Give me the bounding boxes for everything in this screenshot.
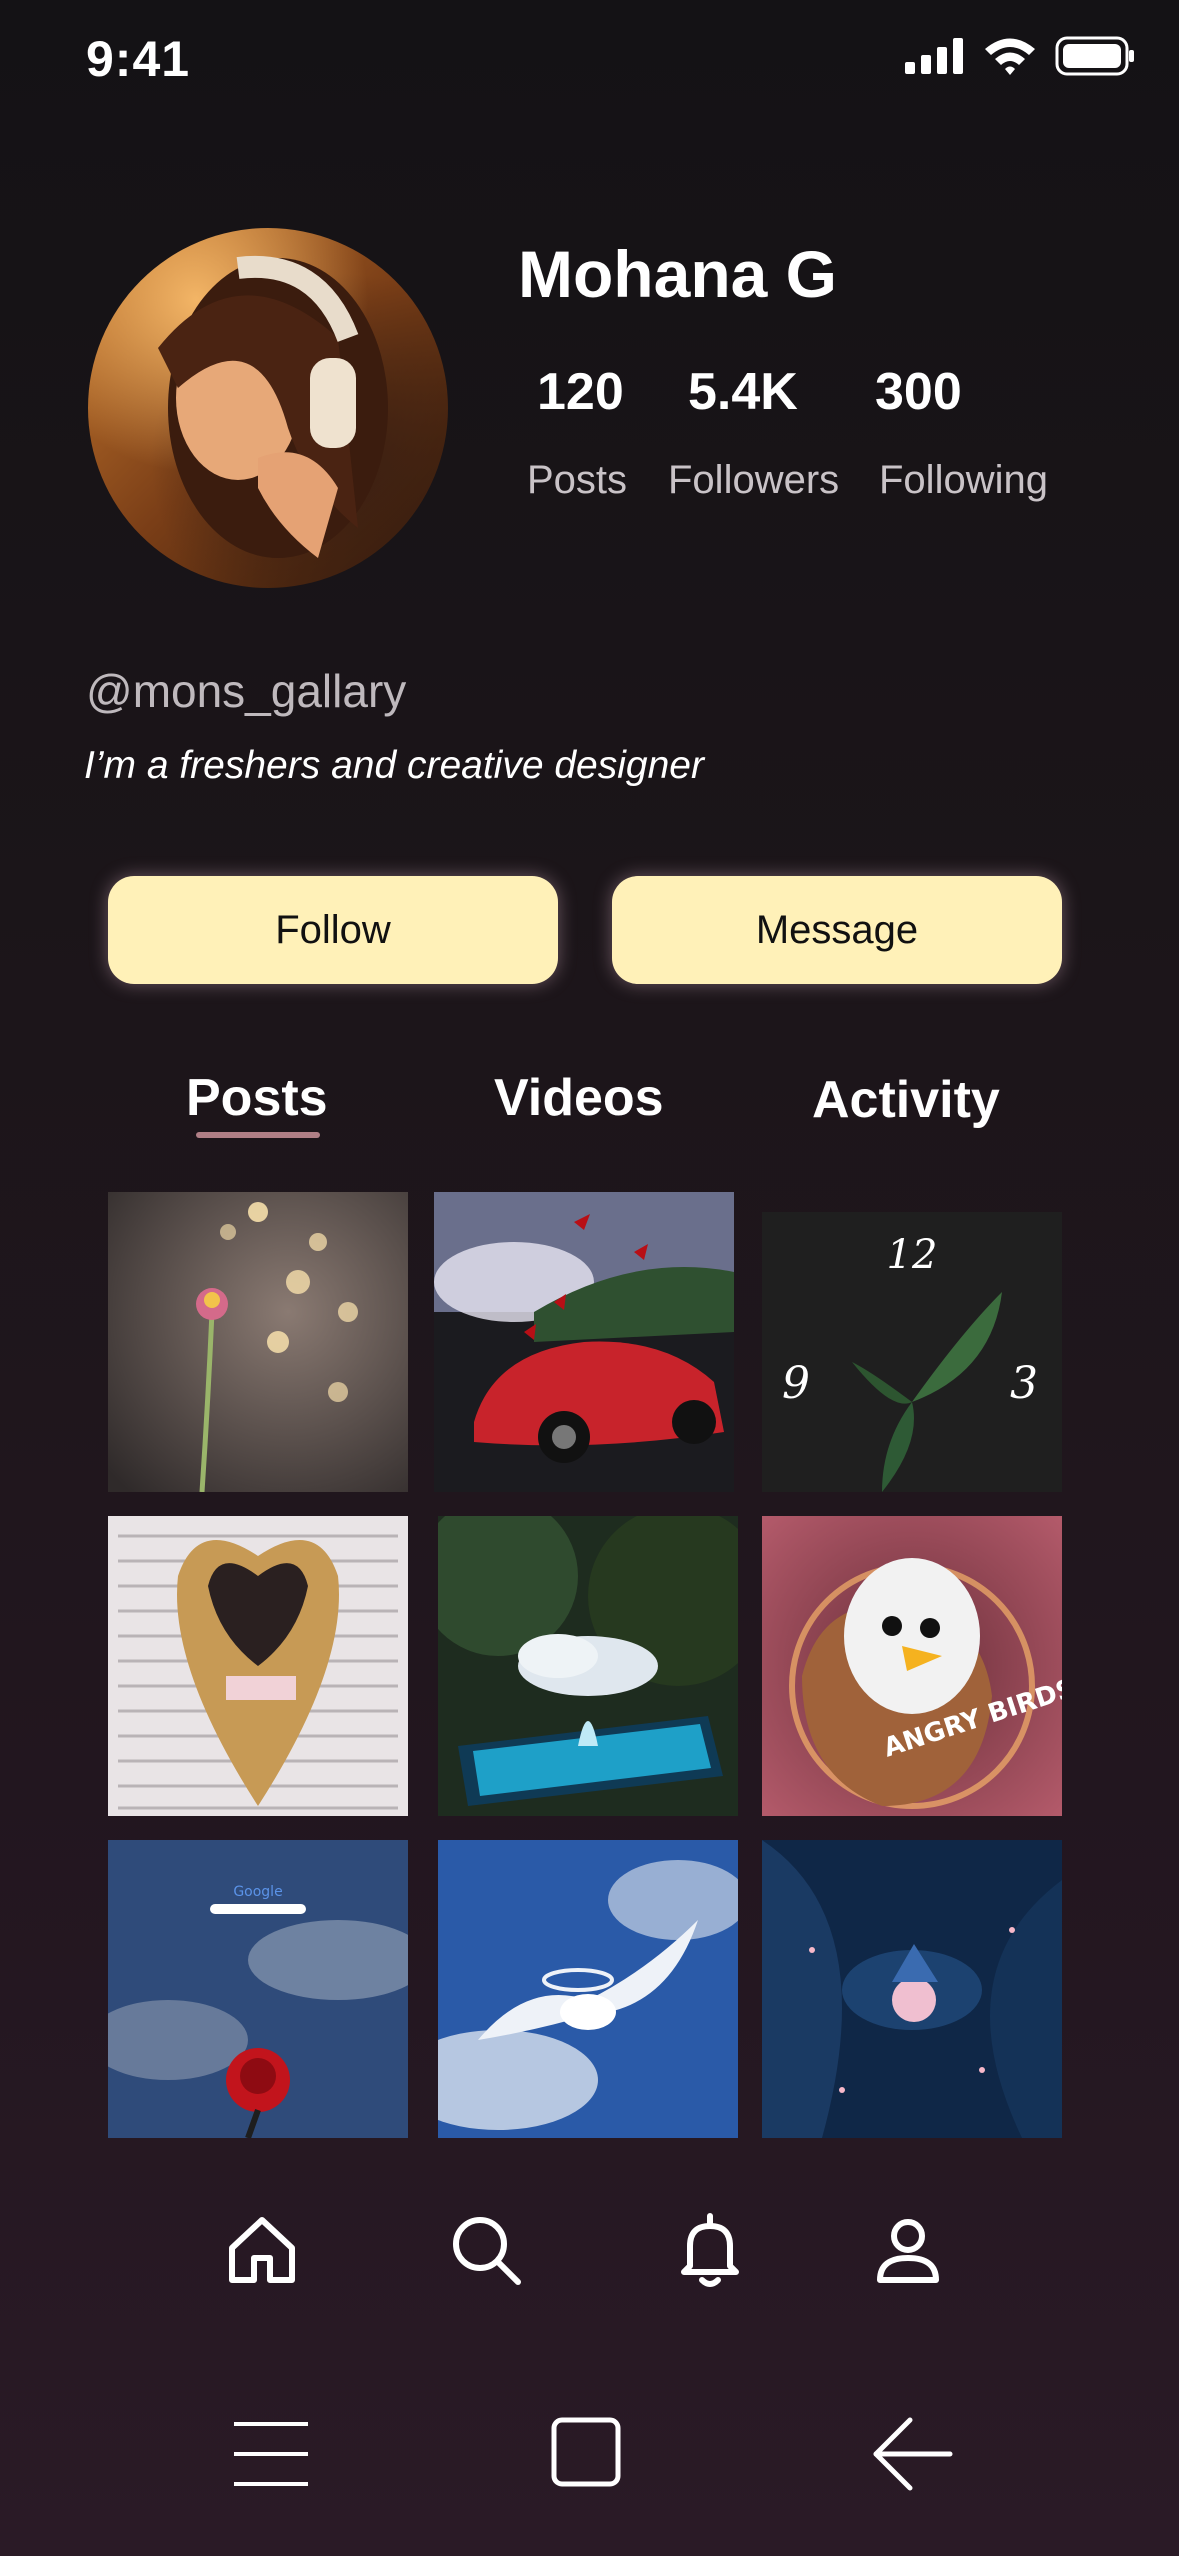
tab-videos[interactable]: Videos bbox=[494, 1068, 664, 1128]
post-thumbnail-angry-birds[interactable]: ANGRY BIRDS bbox=[762, 1516, 1062, 1816]
active-tab-indicator bbox=[196, 1132, 320, 1138]
following-label[interactable]: Following bbox=[879, 458, 1048, 503]
menu-icon[interactable] bbox=[232, 2414, 310, 2494]
status-time: 9:41 bbox=[86, 31, 191, 87]
back-icon[interactable] bbox=[870, 2414, 954, 2494]
profile-icon[interactable] bbox=[868, 2210, 948, 2290]
google-logo: Google bbox=[233, 1884, 282, 1900]
post-thumbnail-matchstick-heart[interactable] bbox=[108, 1516, 408, 1816]
search-icon[interactable] bbox=[446, 2210, 526, 2290]
bottom-navigation bbox=[0, 2200, 1179, 2300]
followers-label[interactable]: Followers bbox=[668, 458, 839, 503]
status-bar: 9:41 bbox=[0, 0, 1179, 120]
status-icons bbox=[905, 36, 1135, 76]
home-square-icon[interactable] bbox=[550, 2414, 622, 2494]
post-thumbnail-rose-search[interactable]: Google bbox=[108, 1840, 408, 2138]
home-icon[interactable] bbox=[222, 2210, 302, 2290]
message-button[interactable]: Message bbox=[612, 876, 1062, 984]
profile-name: Mohana G bbox=[518, 237, 838, 311]
bell-icon[interactable] bbox=[670, 2210, 750, 2290]
clock-label-12: 12 bbox=[887, 1232, 938, 1278]
follow-button[interactable]: Follow bbox=[108, 876, 558, 984]
posts-count: 120 bbox=[537, 363, 624, 421]
battery-icon bbox=[1055, 36, 1134, 76]
cellular-signal-icon bbox=[905, 38, 963, 74]
post-thumbnail-phone-splash[interactable] bbox=[438, 1516, 738, 1816]
following-count: 300 bbox=[875, 363, 962, 421]
clock-label-9: 9 bbox=[782, 1358, 810, 1409]
bio: I’m a freshers and creative designer bbox=[84, 744, 704, 787]
post-thumbnail-flower[interactable] bbox=[108, 1192, 408, 1492]
post-thumbnail-angel-wings[interactable] bbox=[438, 1840, 738, 2138]
wifi-icon bbox=[985, 38, 1035, 75]
post-thumbnail-car[interactable] bbox=[434, 1192, 734, 1492]
username: @mons_gallary bbox=[86, 665, 407, 717]
followers-count: 5.4K bbox=[688, 363, 798, 421]
clock-label-3: 3 bbox=[1010, 1358, 1038, 1409]
post-thumbnail-leaf-clock[interactable]: 12 9 3 bbox=[762, 1212, 1062, 1492]
posts-label[interactable]: Posts bbox=[527, 458, 627, 503]
avatar[interactable] bbox=[88, 228, 448, 588]
post-thumbnail-fairy[interactable] bbox=[762, 1840, 1062, 2138]
tab-activity[interactable]: Activity bbox=[812, 1070, 1000, 1130]
tab-posts[interactable]: Posts bbox=[186, 1068, 328, 1128]
avatar-photo bbox=[158, 255, 388, 558]
